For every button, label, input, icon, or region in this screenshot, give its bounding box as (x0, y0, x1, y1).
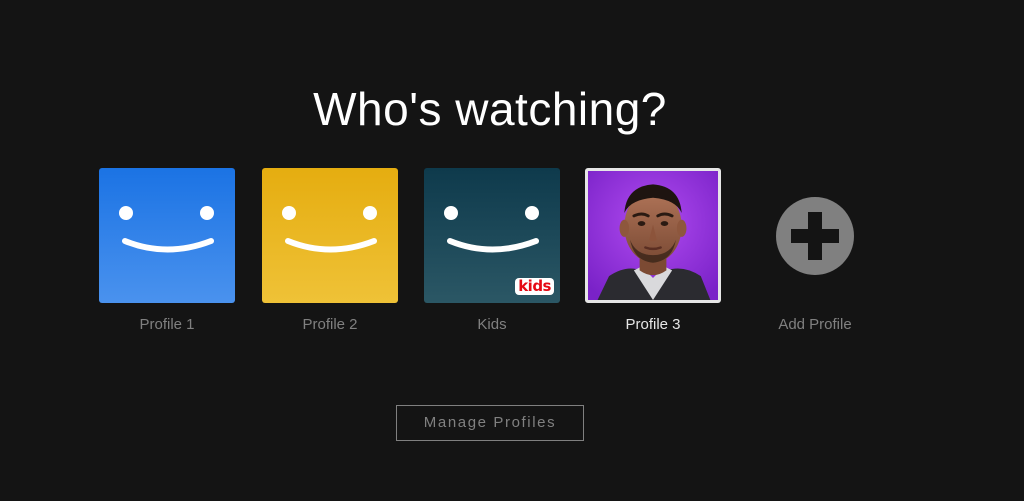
add-profile-item[interactable]: Add Profile (747, 168, 883, 333)
profile-avatar-2[interactable] (262, 168, 398, 303)
profile-item-2[interactable]: Profile 2 (262, 168, 398, 333)
profile-label: Add Profile (778, 316, 852, 333)
add-profile-button[interactable] (747, 168, 883, 303)
plus-circle-icon (776, 196, 854, 275)
portrait-photo (588, 171, 718, 300)
smiley-icon (99, 168, 235, 303)
profile-item-kids[interactable]: kids Kids (424, 168, 560, 333)
smiley-icon (262, 168, 398, 303)
profile-avatar-3[interactable] (585, 168, 721, 303)
profile-list: Profile 1 Profile 2 kids Kids Profile 3 … (99, 168, 899, 348)
profile-gate-page: Who's watching? Profile 1 Profile 2 kids… (0, 0, 1024, 501)
profile-item-1[interactable]: Profile 1 (99, 168, 235, 333)
kids-badge: kids (515, 278, 554, 295)
profile-item-3[interactable]: Profile 3 (585, 168, 721, 333)
manage-profiles-button[interactable]: Manage Profiles (396, 405, 584, 441)
page-title: Who's watching? (313, 83, 667, 135)
profile-label: Kids (477, 316, 507, 333)
profile-avatar-1[interactable] (99, 168, 235, 303)
profile-label: Profile 3 (625, 316, 681, 333)
profile-label: Profile 2 (302, 316, 358, 333)
profile-label: Profile 1 (139, 316, 195, 333)
profile-avatar-kids[interactable]: kids (424, 168, 560, 303)
